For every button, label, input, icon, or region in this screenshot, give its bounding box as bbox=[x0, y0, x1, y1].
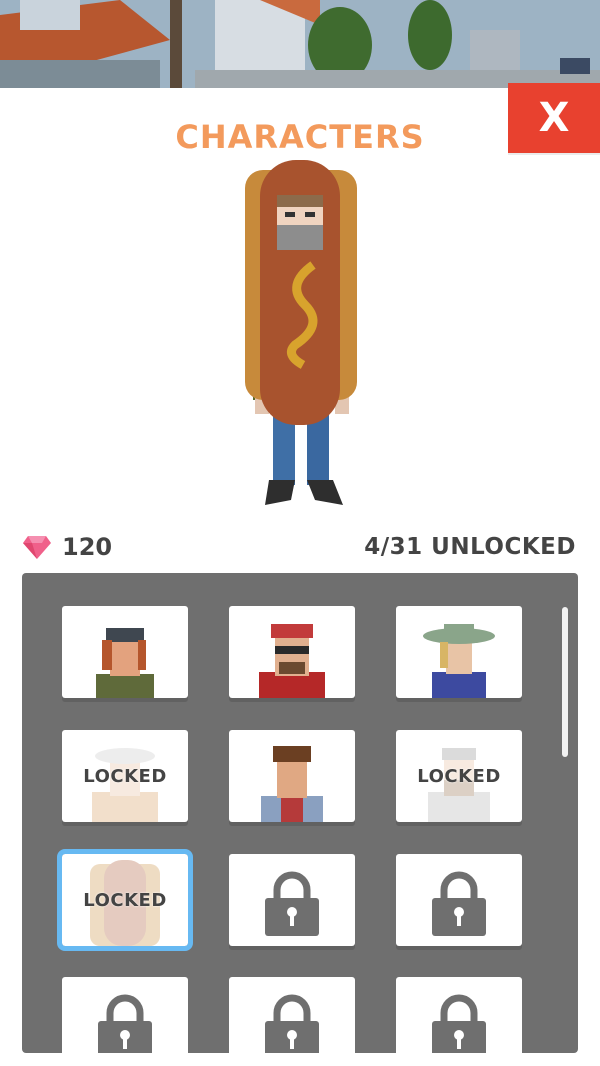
gem-balance: 120 bbox=[22, 530, 112, 564]
character-card-locked[interactable] bbox=[396, 854, 522, 946]
gem-icon bbox=[23, 536, 51, 559]
character-portrait bbox=[259, 624, 325, 698]
character-portrait bbox=[261, 746, 323, 822]
character-card-locked[interactable]: LOCKED bbox=[62, 730, 188, 822]
grid-scrollbar[interactable] bbox=[562, 607, 568, 757]
close-button[interactable]: X bbox=[508, 83, 600, 153]
game-scene-background bbox=[0, 0, 600, 88]
character-card-selected[interactable]: LOCKED bbox=[57, 849, 193, 951]
character-portrait bbox=[96, 628, 154, 698]
locked-label: LOCKED bbox=[83, 889, 167, 911]
character-card-locked[interactable] bbox=[229, 977, 355, 1053]
character-card[interactable] bbox=[62, 606, 188, 698]
locked-label: LOCKED bbox=[417, 765, 501, 787]
character-portrait bbox=[423, 624, 495, 698]
character-preview bbox=[225, 160, 375, 520]
gem-count: 120 bbox=[62, 533, 113, 561]
character-card-locked[interactable] bbox=[229, 854, 355, 946]
character-card-locked[interactable] bbox=[396, 977, 522, 1053]
character-card[interactable] bbox=[229, 606, 355, 698]
padlock-icon bbox=[432, 994, 486, 1053]
character-card[interactable] bbox=[229, 730, 355, 822]
character-grid[interactable]: LOCKED LOCKED LOCKED bbox=[22, 573, 578, 1053]
character-card-locked[interactable]: LOCKED bbox=[396, 730, 522, 822]
padlock-icon bbox=[432, 871, 486, 936]
close-label: X bbox=[538, 95, 570, 141]
locked-label: LOCKED bbox=[83, 765, 167, 787]
unlocked-counter: 4/31 UNLOCKED bbox=[364, 534, 576, 560]
character-card-locked[interactable] bbox=[62, 977, 188, 1053]
character-card[interactable] bbox=[396, 606, 522, 698]
padlock-icon bbox=[98, 994, 152, 1053]
padlock-icon bbox=[265, 994, 319, 1053]
padlock-icon bbox=[265, 871, 319, 936]
